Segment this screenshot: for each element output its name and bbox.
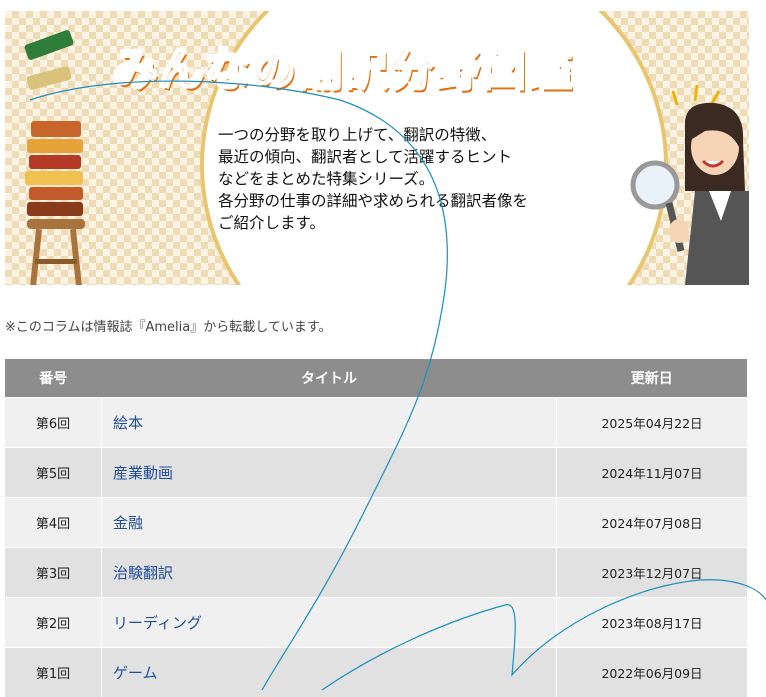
series-banner: みんなの翻訳分野図鑑 一つの分野を取り上げて、翻訳の特徴、 最近の傾向、翻訳者と…: [5, 11, 749, 285]
description-line: 各分野の仕事の詳細や求められる翻訳者像を: [218, 190, 578, 212]
table-row: 第2回 リーディング 2023年08月17日: [5, 598, 747, 648]
episode-title-link[interactable]: リーディング: [113, 614, 202, 632]
reprint-note: ※このコラムは情報誌『Amelia』から転載しています。: [5, 316, 332, 335]
description-line: 一つの分野を取り上げて、翻訳の特徴、: [218, 124, 578, 146]
table-row: 第4回 金融 2024年07月08日: [5, 498, 747, 548]
table-header-row: 番号 タイトル 更新日: [5, 359, 747, 398]
episode-number: 第4回: [5, 498, 102, 548]
episode-number: 第6回: [5, 398, 102, 448]
episode-number: 第1回: [5, 648, 102, 697]
table-row: 第5回 産業動画 2024年11月07日: [5, 448, 747, 498]
table-row: 第3回 治験翻訳 2023年12月07日: [5, 548, 747, 598]
update-date: 2023年08月17日: [557, 598, 748, 648]
banner-description: 一つの分野を取り上げて、翻訳の特徴、 最近の傾向、翻訳者として活躍するヒント な…: [218, 124, 578, 234]
update-date: 2022年06月09日: [557, 648, 748, 697]
column-header-title: タイトル: [102, 359, 557, 398]
update-date: 2025年04月22日: [557, 398, 748, 448]
book-stack-illustration: [17, 21, 97, 285]
episode-title-link[interactable]: 治験翻訳: [113, 564, 173, 582]
table-row: 第1回 ゲーム 2022年06月09日: [5, 648, 747, 697]
episode-number: 第3回: [5, 548, 102, 598]
episode-number: 第5回: [5, 448, 102, 498]
episode-title-link[interactable]: 産業動画: [113, 464, 173, 482]
description-line: などをまとめた特集シリーズ。: [218, 168, 578, 190]
column-header-updated: 更新日: [557, 359, 748, 398]
episode-title-link[interactable]: ゲーム: [113, 664, 158, 682]
episode-title-link[interactable]: 絵本: [113, 414, 143, 432]
update-date: 2024年07月08日: [557, 498, 748, 548]
column-header-number: 番号: [5, 359, 102, 398]
banner-title: みんなの翻訳分野図鑑: [113, 33, 573, 97]
update-date: 2024年11月07日: [557, 448, 748, 498]
table-row: 第6回 絵本 2025年04月22日: [5, 398, 747, 448]
woman-with-magnifier-illustration: [625, 81, 749, 285]
episode-number: 第2回: [5, 598, 102, 648]
update-date: 2023年12月07日: [557, 548, 748, 598]
description-line: 最近の傾向、翻訳者として活躍するヒント: [218, 146, 578, 168]
description-line: ご紹介します。: [218, 212, 578, 234]
series-table: 番号 タイトル 更新日 第6回 絵本 2025年04月22日 第5回 産業動画 …: [5, 359, 747, 697]
episode-title-link[interactable]: 金融: [113, 514, 143, 532]
